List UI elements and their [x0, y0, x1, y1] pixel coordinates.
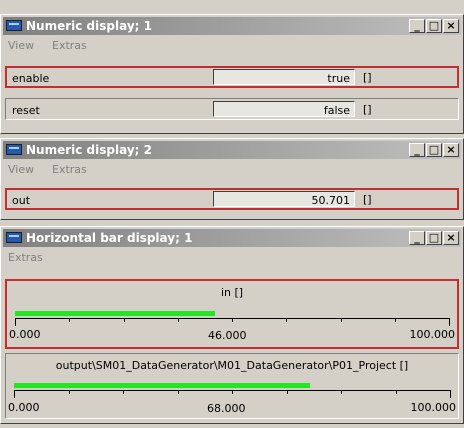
value-text: false	[323, 104, 350, 117]
window-title: Numeric display; 2	[26, 143, 152, 157]
value-field[interactable]: true	[213, 69, 355, 85]
menu-view[interactable]: View	[8, 39, 34, 52]
menu-extras[interactable]: Extras	[8, 251, 43, 264]
axis-tick	[14, 390, 15, 398]
app-icon	[6, 144, 22, 155]
axis-tick	[286, 318, 287, 322]
axis-tick	[341, 318, 342, 322]
window-titlebar[interactable]: Horizontal bar display; 1 _ □ ×	[3, 229, 461, 247]
axis-tick	[232, 318, 233, 322]
axis-tick	[449, 318, 450, 326]
menu-view[interactable]: View	[8, 163, 34, 176]
minimize-button[interactable]: _	[409, 231, 425, 245]
bar-min: 0.000	[9, 328, 41, 341]
axis-tick	[69, 390, 70, 394]
axis-tick	[124, 318, 125, 322]
app-icon	[6, 20, 22, 31]
minimize-button[interactable]: _	[409, 143, 425, 157]
axis-tick	[395, 318, 396, 322]
axis-tick	[450, 390, 451, 398]
unit-text: []	[363, 103, 372, 116]
value-text: true	[327, 72, 350, 85]
window-title: Horizontal bar display; 1	[26, 231, 193, 245]
close-button[interactable]: ×	[443, 143, 459, 157]
bar-max: 100.000	[410, 401, 457, 414]
maximize-button[interactable]: □	[426, 231, 442, 245]
bar-output[interactable]: output\SM01_DataGenerator\M01_DataGenera…	[5, 353, 459, 419]
close-button[interactable]: ×	[443, 231, 459, 245]
bar-current: 46.000	[208, 329, 247, 342]
value-field[interactable]: false	[213, 101, 355, 117]
row-label: enable	[12, 72, 50, 85]
bar-fill	[15, 311, 215, 316]
menu-extras[interactable]: Extras	[52, 39, 87, 52]
bar-label: in []	[220, 286, 244, 299]
row-label: out	[12, 194, 31, 207]
menu-extras[interactable]: Extras	[52, 163, 87, 176]
row-label: reset	[12, 104, 40, 117]
app-icon	[6, 232, 22, 243]
horizontal-bar-display-window: Horizontal bar display; 1 _ □ × Extras i…	[0, 226, 464, 424]
numeric-display-2-window: Numeric display; 2 _ □ × View Extras out…	[0, 138, 464, 220]
numeric-display-1-window: Numeric display; 1 _ □ × View Extras ena…	[0, 14, 464, 134]
window-title: Numeric display; 1	[26, 19, 152, 33]
bar-max: 100.000	[409, 328, 456, 341]
bar-min: 0.000	[8, 401, 40, 414]
axis-tick	[396, 390, 397, 394]
menu-bar: Extras	[3, 248, 461, 266]
bar-label: output\SM01_DataGenerator\M01_DataGenera…	[55, 359, 409, 372]
axis-tick	[341, 390, 342, 394]
unit-text: []	[363, 71, 372, 84]
close-button[interactable]: ×	[443, 19, 459, 33]
bar-track	[15, 311, 449, 316]
window-titlebar[interactable]: Numeric display; 1 _ □ ×	[3, 17, 461, 35]
bar-track	[14, 383, 450, 388]
menu-bar: View Extras	[3, 160, 461, 178]
maximize-button[interactable]: □	[426, 143, 442, 157]
unit-text: []	[363, 193, 372, 206]
axis-tick	[69, 318, 70, 322]
bar-in[interactable]: in [] 0.000 46.000 100.000	[5, 279, 459, 349]
axis-tick	[123, 390, 124, 394]
row-reset[interactable]: reset false []	[5, 98, 459, 120]
axis-tick	[178, 390, 179, 394]
axis-tick	[178, 318, 179, 322]
bar-current: 68.000	[207, 402, 246, 415]
window-titlebar[interactable]: Numeric display; 2 _ □ ×	[3, 141, 461, 159]
value-field[interactable]: 50.701	[213, 191, 355, 207]
row-enable[interactable]: enable true []	[5, 66, 459, 88]
minimize-button[interactable]: _	[409, 19, 425, 33]
axis-tick	[232, 390, 233, 394]
bar-fill	[14, 383, 311, 388]
menu-bar: View Extras	[3, 36, 461, 54]
value-text: 50.701	[311, 194, 351, 207]
axis-tick	[287, 390, 288, 394]
row-out[interactable]: out 50.701 []	[5, 188, 459, 210]
axis-tick	[15, 318, 16, 326]
maximize-button[interactable]: □	[426, 19, 442, 33]
